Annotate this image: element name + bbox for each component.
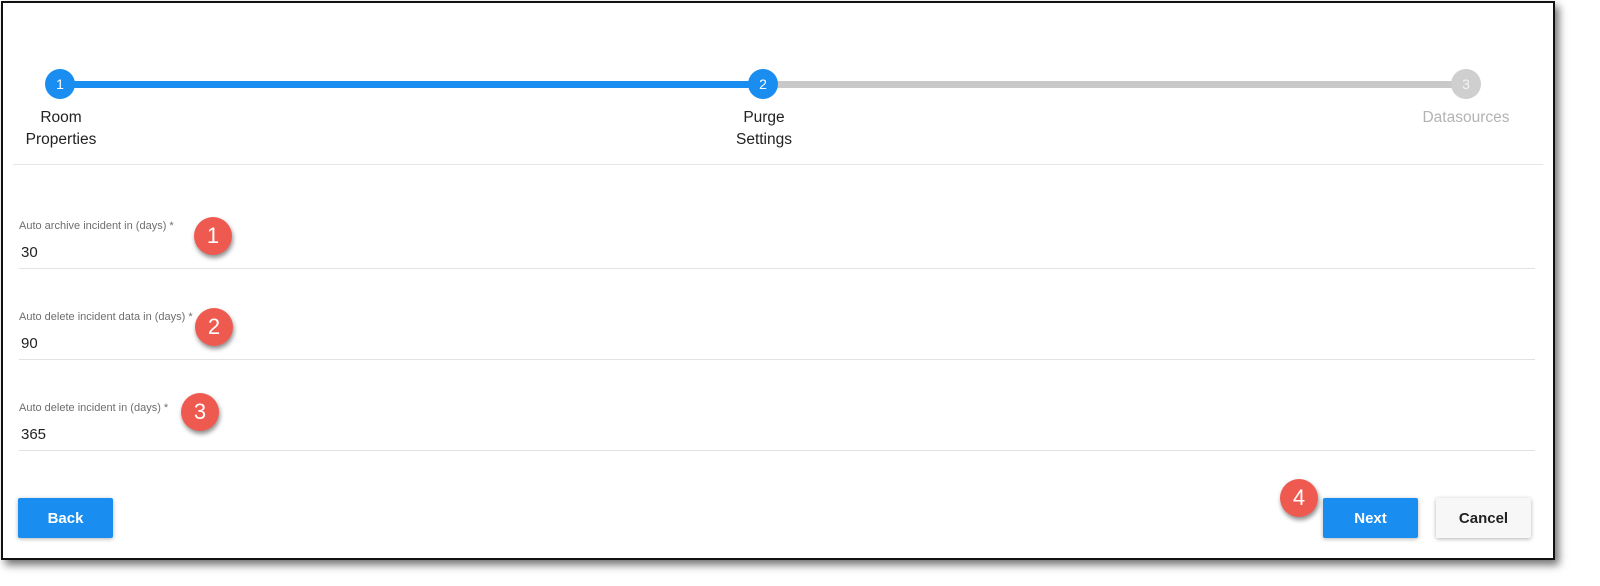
- step-2-label-line2: Settings: [735, 131, 792, 148]
- step-1-label-line2: Properties: [25, 131, 97, 148]
- step-2-label-line1: Purge: [743, 109, 785, 126]
- cancel-button[interactable]: Cancel: [1436, 498, 1531, 538]
- step-1-label[interactable]: Room Properties: [0, 107, 131, 151]
- auto-archive-label: Auto archive incident in (days) *: [19, 220, 174, 232]
- stepper-divider: [13, 164, 1543, 165]
- auto-delete-data-underline: [19, 359, 1535, 360]
- back-button[interactable]: Back: [18, 498, 113, 538]
- stepper-progress-complete: [63, 81, 766, 88]
- callout-badge-4: 4: [1280, 479, 1318, 517]
- step-3-label-line1: Datasources: [1422, 109, 1510, 126]
- next-button[interactable]: Next: [1323, 498, 1418, 538]
- callout-badge-1: 1: [194, 217, 232, 255]
- auto-archive-underline: [19, 268, 1535, 269]
- auto-delete-incident-label: Auto delete incident in (days) *: [19, 402, 169, 414]
- step-1-indicator[interactable]: 1: [45, 69, 75, 99]
- auto-delete-incident-underline: [19, 450, 1535, 451]
- auto-delete-data-label: Auto delete incident data in (days) *: [19, 311, 193, 323]
- step-3-label[interactable]: Datasources: [1396, 107, 1536, 129]
- step-2-label[interactable]: Purge Settings: [694, 107, 834, 151]
- stepper-progress-remaining: [766, 81, 1471, 88]
- wizard-dialog: 1 Room Properties 2 Purge Settings 3 Dat…: [1, 1, 1555, 560]
- callout-badge-3: 3: [181, 393, 219, 431]
- step-2-indicator[interactable]: 2: [748, 69, 778, 99]
- step-3-indicator[interactable]: 3: [1451, 69, 1481, 99]
- callout-badge-2: 2: [195, 308, 233, 346]
- auto-delete-incident-input[interactable]: [21, 426, 421, 443]
- step-1-label-line1: Room: [40, 109, 82, 126]
